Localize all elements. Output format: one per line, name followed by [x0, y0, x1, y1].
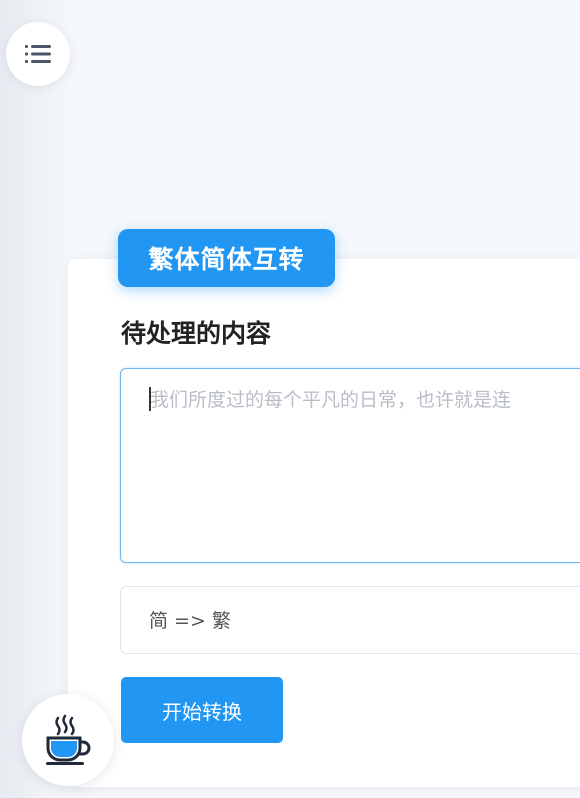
card-title: 繁体简体互转: [118, 229, 335, 287]
conversion-mode-value: 简 => 繁: [149, 610, 231, 632]
menu-button[interactable]: [6, 22, 70, 86]
conversion-mode-select[interactable]: 简 => 繁: [120, 586, 580, 654]
menu-icon: [25, 45, 51, 63]
coffee-button[interactable]: [22, 694, 114, 786]
input-label: 待处理的内容: [121, 319, 272, 348]
textarea-placeholder: 我们所度过的每个平凡的日常，也许就是连: [150, 389, 512, 411]
start-convert-button[interactable]: 开始转换: [121, 677, 283, 743]
sidebar-strip: [0, 0, 72, 798]
text-caret: [149, 387, 151, 411]
content-textarea[interactable]: 我们所度过的每个平凡的日常，也许就是连: [120, 368, 580, 563]
coffee-cup-icon: [46, 714, 91, 765]
